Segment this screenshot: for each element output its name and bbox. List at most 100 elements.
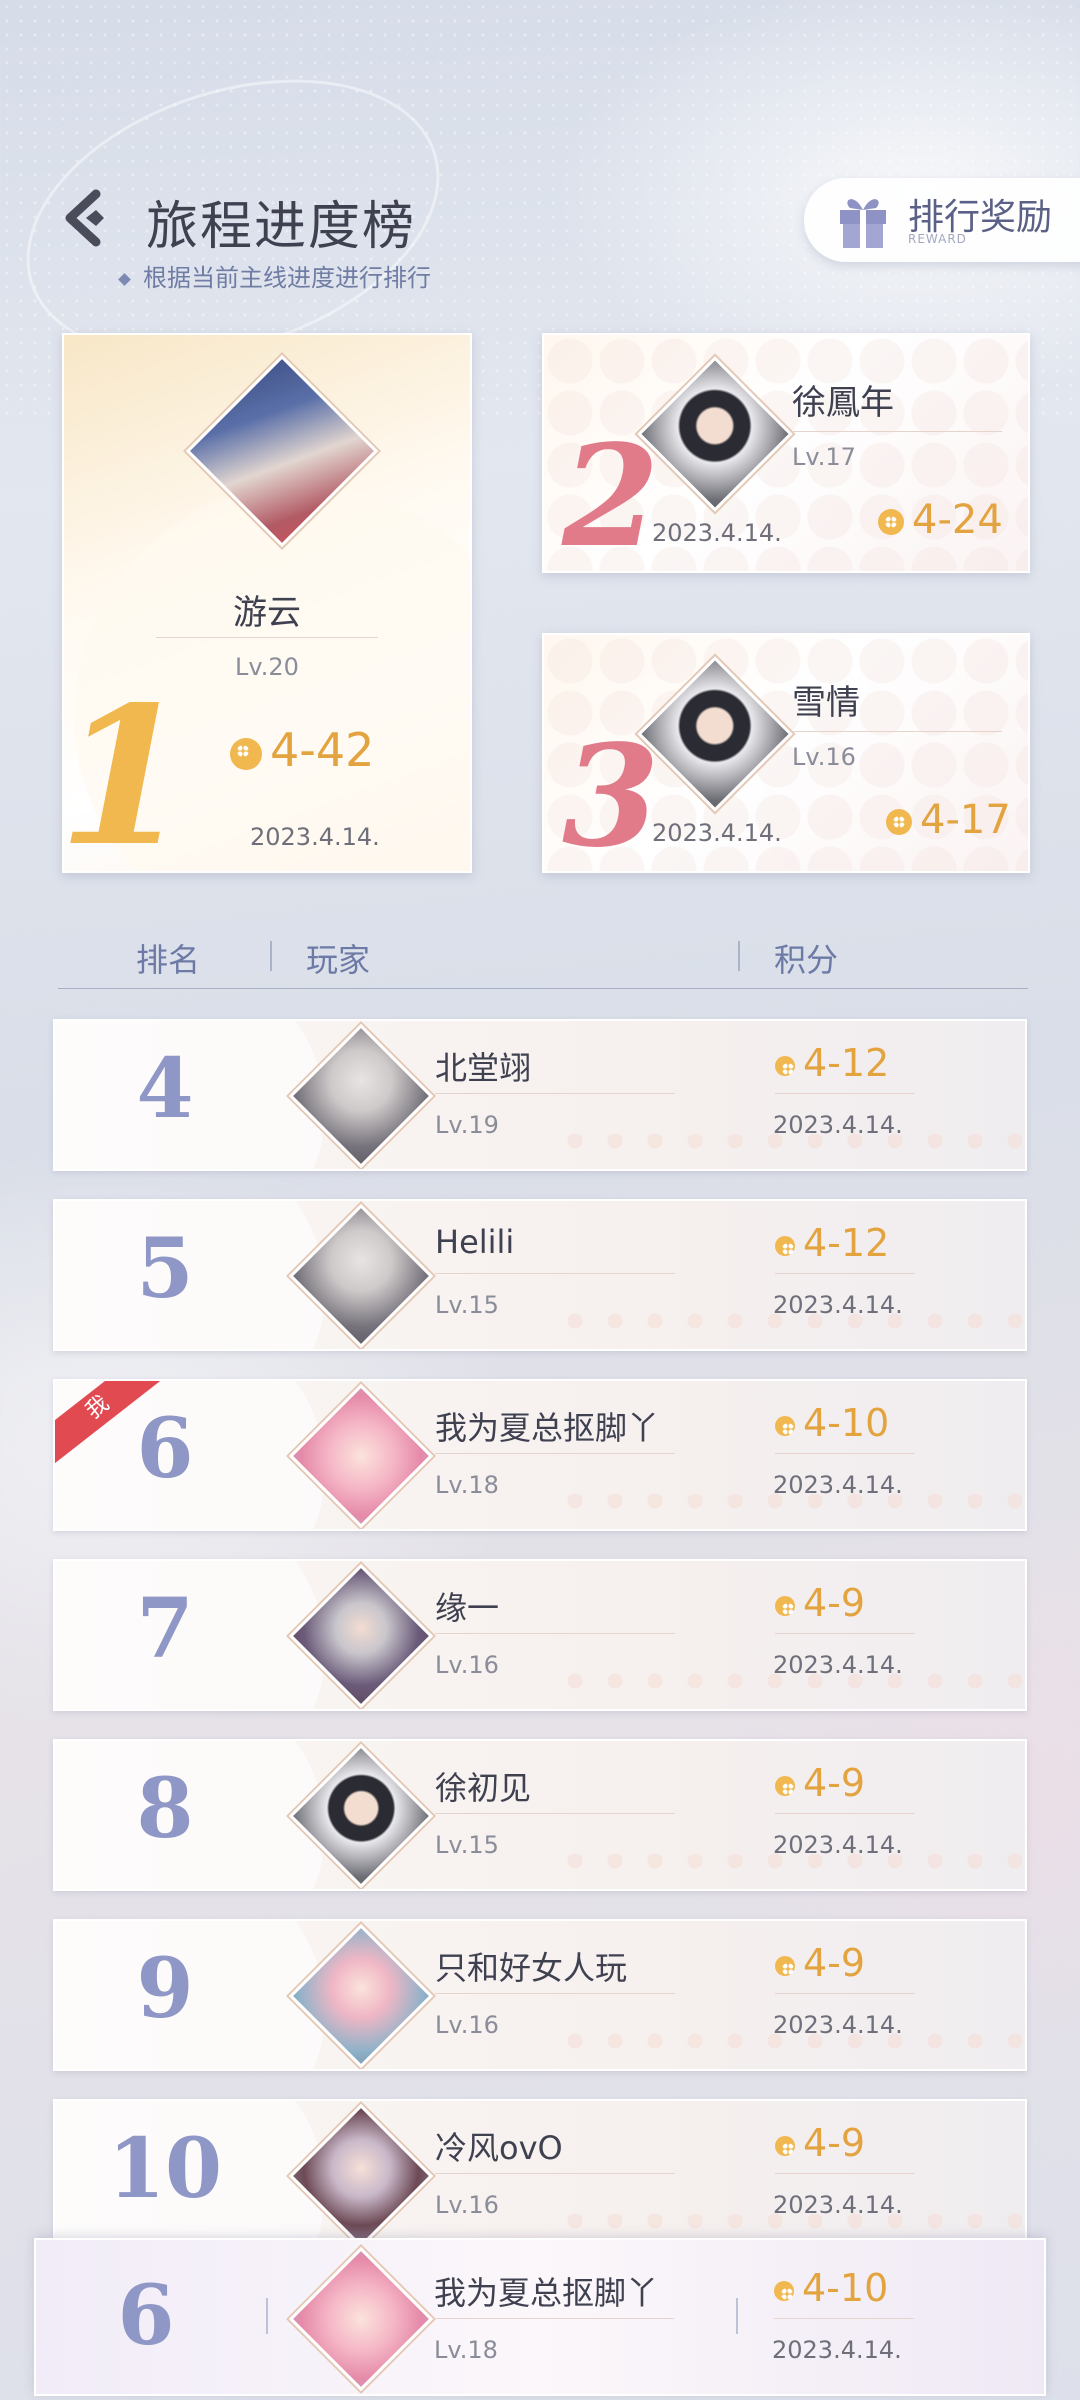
podium-card-3[interactable]: 3 雪情 Lv.16 2023.4.14. 4-17 xyxy=(542,633,1030,873)
film-reel-icon xyxy=(878,509,904,535)
player-level: Lv.16 xyxy=(435,1651,499,1679)
score-value: 4-9 xyxy=(803,1581,866,1625)
rank-number: 1 xyxy=(62,665,191,873)
column-header-rank: 排名 xyxy=(136,941,201,979)
score: 4-12 xyxy=(775,1221,889,1265)
divider xyxy=(775,1993,915,1994)
ranking-row[interactable]: 7 缘一 Lv.16 4-9 2023.4.14. xyxy=(53,1559,1027,1711)
score-value: 4-10 xyxy=(803,1401,890,1445)
score: 4-9 xyxy=(775,1581,865,1625)
back-arrow-icon xyxy=(65,189,104,247)
ranking-row[interactable]: 10 冷风ovO Lv.16 4-9 2023.4.14. xyxy=(53,2099,1027,2251)
score: 4-9 xyxy=(775,1761,865,1805)
player-name: 冷风ovO xyxy=(435,2129,563,2167)
divider xyxy=(435,2173,675,2174)
score: 4-42 xyxy=(230,723,374,777)
ranking-row[interactable]: 4 北堂翊 Lv.19 4-12 2023.4.14. xyxy=(53,1019,1027,1171)
ranking-row[interactable]: 9 只和好女人玩 Lv.16 4-9 2023.4.14. xyxy=(53,1919,1027,2071)
divider xyxy=(156,637,378,638)
divider xyxy=(775,1633,915,1634)
divider xyxy=(775,1093,915,1094)
back-button[interactable] xyxy=(56,186,112,250)
score: 4-9 xyxy=(775,1941,865,1985)
divider xyxy=(774,2318,914,2319)
player-name: 我为夏总抠脚丫 xyxy=(435,1409,660,1447)
header-divider xyxy=(58,988,1028,989)
score: 4-12 xyxy=(775,1041,889,1085)
date: 2023.4.14. xyxy=(773,1111,903,1139)
column-header-player: 玩家 xyxy=(306,941,371,979)
rank-number: 9 xyxy=(136,1941,194,2037)
film-reel-icon xyxy=(230,737,262,770)
avatar xyxy=(288,2246,434,2392)
rank-number: 7 xyxy=(136,1581,194,1677)
film-reel-icon xyxy=(775,2135,795,2156)
ranking-row-me[interactable]: 我 6 我为夏总抠脚丫 Lv.18 4-10 2023.4.14. xyxy=(53,1379,1027,1531)
score-value: 4-9 xyxy=(803,1941,866,1985)
rank-number: 5 xyxy=(136,1221,194,1317)
film-reel-icon xyxy=(775,1595,795,1616)
score: 4-10 xyxy=(774,2266,888,2310)
date: 2023.4.14. xyxy=(772,2336,902,2364)
score: 4-10 xyxy=(775,1401,889,1445)
rank-number: 8 xyxy=(136,1761,194,1857)
player-level: Lv.19 xyxy=(435,1111,499,1139)
date: 2023.4.14. xyxy=(773,1831,903,1859)
date: 2023.4.14. xyxy=(773,1651,903,1679)
divider xyxy=(775,1453,915,1454)
column-separator xyxy=(270,941,272,971)
divider xyxy=(792,431,1002,432)
divider xyxy=(775,1273,915,1274)
rank-number: 10 xyxy=(107,2121,223,2217)
score-value: 4-9 xyxy=(803,1761,866,1805)
player-name: 我为夏总抠脚丫 xyxy=(434,2274,659,2312)
divider xyxy=(792,731,1002,732)
podium-card-1[interactable]: 游云 Lv.20 1 4-42 2023.4.14. xyxy=(62,333,472,873)
film-reel-icon xyxy=(775,1055,795,1076)
score-value: 4-12 xyxy=(803,1041,890,1085)
date: 2023.4.14. xyxy=(652,819,782,847)
player-name: 徐初见 xyxy=(435,1769,532,1807)
date: 2023.4.14. xyxy=(250,823,380,851)
my-rank-bar[interactable]: 6 我为夏总抠脚丫 Lv.18 4-10 2023.4.14. xyxy=(34,2238,1046,2396)
column-separator xyxy=(738,941,740,971)
rank-number: 6 xyxy=(136,1401,194,1497)
divider xyxy=(435,1273,675,1274)
player-name: Helili xyxy=(435,1223,515,1261)
player-name: 缘一 xyxy=(435,1589,500,1627)
divider xyxy=(435,1633,675,1634)
player-level: Lv.15 xyxy=(435,1831,499,1859)
divider xyxy=(435,1993,675,1994)
reward-button[interactable]: 排行奖励 REWARD xyxy=(804,178,1080,262)
podium-card-2[interactable]: 2 徐鳳年 Lv.17 2023.4.14. 4-24 xyxy=(542,333,1030,573)
divider xyxy=(435,1093,675,1094)
player-level: Lv.15 xyxy=(435,1291,499,1319)
player-name: 徐鳳年 xyxy=(792,383,894,423)
reward-sublabel: REWARD xyxy=(908,232,967,246)
player-name: 游云 xyxy=(233,593,301,633)
ranking-row[interactable]: 8 徐初见 Lv.15 4-9 2023.4.14. xyxy=(53,1739,1027,1891)
date: 2023.4.14. xyxy=(773,1291,903,1319)
gift-icon xyxy=(840,199,886,248)
film-reel-icon xyxy=(775,1775,795,1796)
divider xyxy=(775,1813,915,1814)
score: 4-9 xyxy=(775,2121,865,2165)
score-value: 4-9 xyxy=(803,2121,866,2165)
column-separator xyxy=(266,2298,268,2334)
divider xyxy=(435,1813,675,1814)
film-reel-icon xyxy=(774,2280,794,2301)
score-value: 4-24 xyxy=(912,497,1003,543)
divider xyxy=(434,2318,674,2319)
player-name: 只和好女人玩 xyxy=(435,1949,628,1987)
player-level: Lv.16 xyxy=(435,2191,499,2219)
header: 旅程进度榜 根据当前主线进度进行排行 排行奖励 REWARD xyxy=(0,0,1080,320)
player-name: 北堂翊 xyxy=(435,1049,532,1087)
film-reel-icon xyxy=(775,1235,795,1256)
ranking-row[interactable]: 5 Helili Lv.15 4-12 2023.4.14. xyxy=(53,1199,1027,1351)
score-value: 4-10 xyxy=(802,2266,889,2310)
page-subtitle: 根据当前主线进度进行排行 xyxy=(118,258,431,293)
score-value: 4-17 xyxy=(920,797,1011,843)
divider xyxy=(775,2173,915,2174)
player-name: 雪情 xyxy=(792,683,860,723)
player-level: Lv.18 xyxy=(435,1471,499,1499)
